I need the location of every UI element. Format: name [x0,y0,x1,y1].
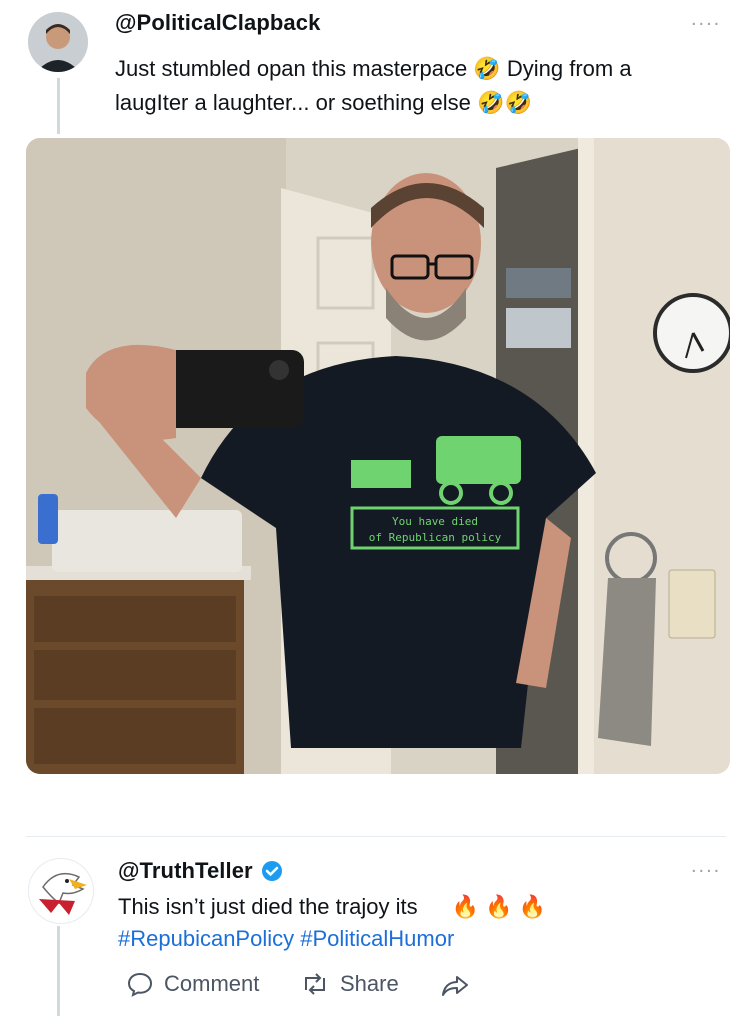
retweet-icon [305,973,325,995]
verified-badge-icon [261,860,283,882]
reply-text: This isn’t just died the trajoy its 🔥 🔥 … [118,890,728,924]
laughing-emoji-icon: 🤣 [504,90,532,115]
eagle-avatar[interactable] [28,858,94,924]
post-text-line1: Just stumbled opan this masterpace [115,56,468,81]
laughing-emoji-icon: 🤣 [473,56,501,81]
post-text-line2: laugIter a laughter... or soething else [115,90,471,115]
post-text: Just stumbled opan this masterpace 🤣 Dyi… [115,52,735,120]
laughing-emoji-icon: 🤣 [477,90,505,115]
fire-icon: 🔥 [518,894,547,919]
share-arrow-icon[interactable] [440,972,470,1005]
reply-handle[interactable]: @TruthTeller [118,858,253,884]
fire-icon: 🔥 [451,894,480,919]
more-options-icon[interactable]: .... [691,8,721,31]
reply-text-body: This isn’t just died the trajoy its [118,894,418,919]
reply-header: @TruthTeller [118,858,283,884]
comment-button[interactable]: Comment [126,970,259,998]
comment-icon [127,972,153,997]
post-image[interactable]: You have died of Republican policy [26,138,730,774]
thread-line [57,926,60,1016]
more-options-icon[interactable]: .... [691,855,721,878]
eagle-icon [39,872,87,915]
divider [26,836,726,837]
thread-line [57,78,60,134]
shirt-line1: You have died [392,515,478,528]
share-label: Share [340,971,399,996]
comment-label: Comment [164,971,260,996]
shirt-line2: of Republican policy [369,531,502,544]
reply-hashtags[interactable]: #RepubicanPolicy #PoliticalHumor [118,922,454,956]
share-button[interactable]: Share [300,970,399,998]
author-handle[interactable]: @PoliticalClapback [115,10,320,36]
author-avatar[interactable] [28,12,88,72]
fire-icon: 🔥 [485,894,513,919]
post-text-line1-end: Dying from a [506,56,632,81]
